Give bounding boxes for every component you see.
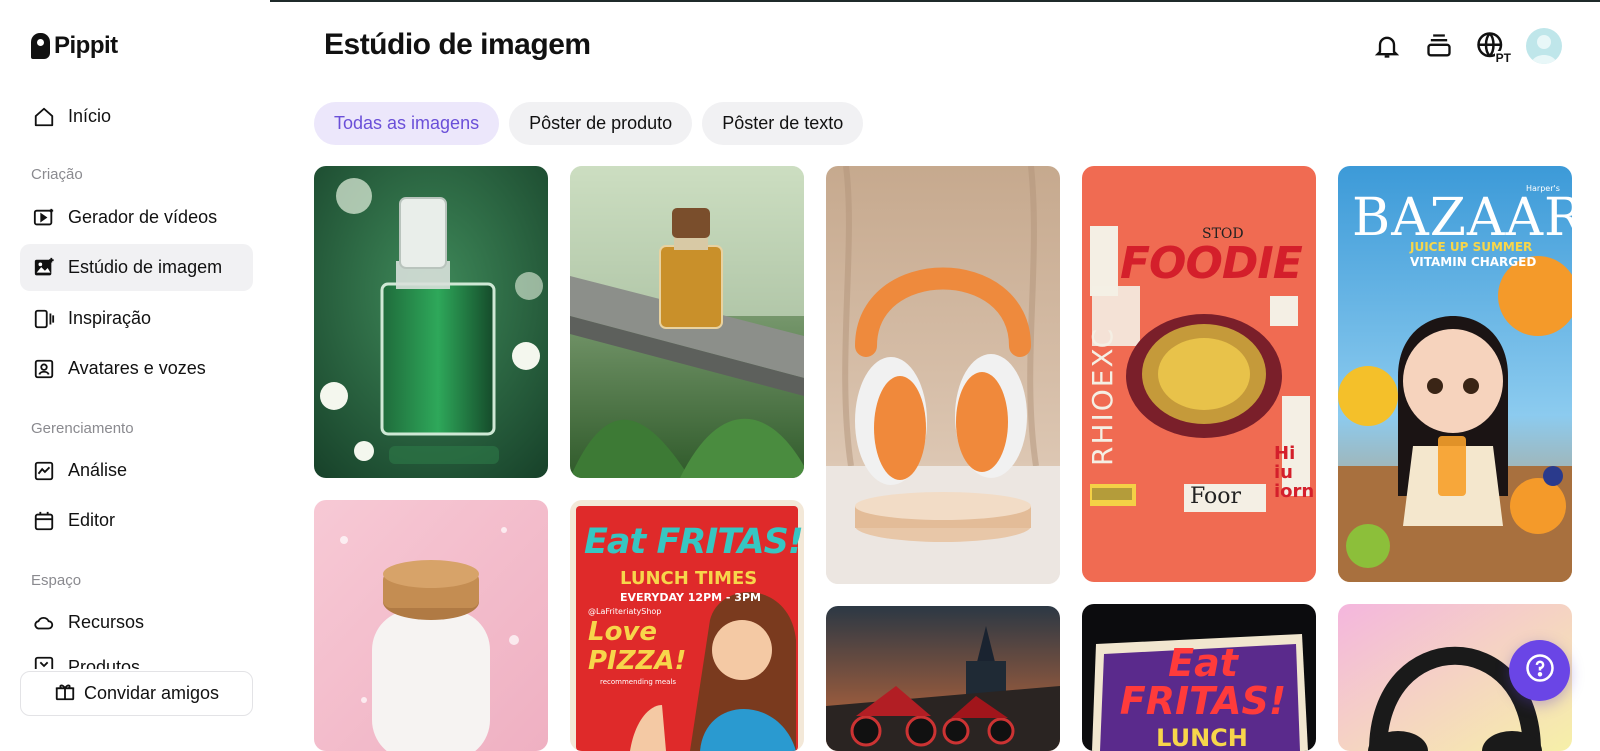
filter-tabs: Todas as imagens Pôster de produto Pôste… [314, 102, 864, 145]
tab-todas-imagens[interactable]: Todas as imagens [314, 102, 500, 145]
bazaar-title: BAZAAR [1352, 188, 1572, 248]
poster-title: Eat FRITAS! [1119, 641, 1287, 723]
tab-poster-texto[interactable]: Pôster de texto [702, 102, 864, 145]
bazaar-sub2: VITAMIN CHARGED [1410, 255, 1537, 269]
poster-rec: recommending meals [600, 678, 677, 686]
bazaar-sub1: JUICE UP SUMMER [1410, 240, 1533, 254]
header-actions: PT [1370, 28, 1562, 65]
help-button[interactable] [1509, 640, 1570, 701]
brand-name: Pippit [54, 32, 118, 59]
video-generator-icon [32, 206, 56, 230]
home-icon [32, 105, 56, 129]
gallery-item-bazaar-magazine[interactable]: Harper's BAZAAR JUICE UP SUMMER VITAMIN … [1338, 166, 1572, 582]
section-label-criacao: Criação [31, 166, 83, 183]
analytics-icon [32, 459, 56, 483]
sidebar-item-label: Inspiração [68, 308, 152, 328]
sidebar-item-produtos[interactable]: Produtos [20, 655, 253, 669]
sidebar-item-label: Editor [68, 510, 116, 530]
invite-friends-button[interactable]: Convidar amigos [20, 671, 253, 716]
sidebar-item-analise[interactable]: Análise [20, 447, 253, 494]
section-label-gerenciamento: Gerenciamento [31, 420, 134, 437]
sidebar-item-estudio-imagem[interactable]: Estúdio de imagem [20, 244, 253, 291]
avatar-voice-icon [32, 357, 56, 381]
sidebar-item-inspiracao[interactable]: Inspiração [20, 295, 253, 342]
sidebar-item-label: Início [68, 106, 112, 126]
foodie-bottom-text: Foor [1190, 484, 1242, 509]
sidebar-item-label: Recursos [68, 612, 145, 632]
foodie-side-text: RHIOEXC [1086, 326, 1119, 466]
cloud-icon [32, 611, 56, 635]
poster-title: Eat FRITAS! [584, 522, 804, 562]
logo[interactable]: Pippit [31, 32, 118, 60]
foodie-right-text: Hi iu iorn [1274, 443, 1315, 502]
sidebar-item-label: Produtos [68, 656, 141, 670]
sidebar-item-label: Estúdio de imagem [68, 257, 223, 277]
foodie-title: FOODIE [1120, 238, 1303, 289]
sidebar-item-gerador-videos[interactable]: Gerador de vídeos [20, 194, 253, 241]
gift-icon [54, 680, 76, 707]
poster-line1: LUNCH TIMES [1156, 724, 1248, 751]
language-code: PT [1494, 51, 1512, 65]
inspiration-icon [32, 307, 56, 331]
sidebar-item-label: Análise [68, 460, 128, 480]
sidebar-item-label: Avatares e vozes [68, 358, 206, 378]
products-icon [32, 655, 56, 669]
question-mark-icon [1525, 653, 1555, 688]
gallery-item-headphones-orange[interactable] [826, 166, 1060, 584]
layers-stack-icon[interactable] [1422, 29, 1456, 63]
image-studio-icon [32, 256, 56, 280]
page-title: Estúdio de imagem [324, 28, 591, 61]
language-globe-icon[interactable]: PT [1474, 29, 1512, 65]
section-label-espaco: Espaço [31, 572, 82, 589]
gallery-item-foodie-magazine[interactable]: STOD FOODIE RHIOEXC Foor Hi iu iorn [1082, 166, 1316, 582]
gallery-item-motorcycles[interactable] [826, 606, 1060, 751]
poster-line1: LUNCH TIMES [620, 568, 758, 589]
user-avatar[interactable] [1526, 28, 1562, 64]
poster-love: Love PIZZA! [588, 617, 687, 676]
sidebar-item-label: Gerador de vídeos [68, 207, 218, 227]
sidebar-item-avatares-vozes[interactable]: Avatares e vozes [20, 345, 253, 392]
calendar-icon [32, 509, 56, 533]
gallery-item-cream-jar-pink[interactable] [314, 500, 548, 751]
sidebar-item-recursos[interactable]: Recursos [20, 599, 253, 646]
sidebar-item-editor[interactable]: Editor [20, 497, 253, 544]
poster-line2: EVERYDAY 12PM - 3PM [620, 591, 761, 604]
gallery-item-fritas-poster[interactable]: Eat FRITAS! LUNCH TIMES EVERYDAY 12PM - … [570, 500, 804, 751]
sidebar: Pippit Início Criação Gerador de vídeos … [0, 0, 270, 751]
gallery-item-fritas-poster-2[interactable]: Eat FRITAS! LUNCH TIMES [1082, 604, 1316, 751]
poster-handle: @LaFriteriatyShop [588, 607, 662, 616]
notifications-bell-icon[interactable] [1370, 29, 1404, 63]
tab-poster-produto[interactable]: Pôster de produto [509, 102, 693, 145]
gallery-item-perfume-window[interactable] [570, 166, 804, 478]
invite-label: Convidar amigos [83, 683, 220, 703]
pippit-logo-icon [31, 33, 50, 59]
sidebar-item-inicio[interactable]: Início [20, 93, 253, 140]
gallery-item-perfume-green[interactable] [314, 166, 548, 478]
